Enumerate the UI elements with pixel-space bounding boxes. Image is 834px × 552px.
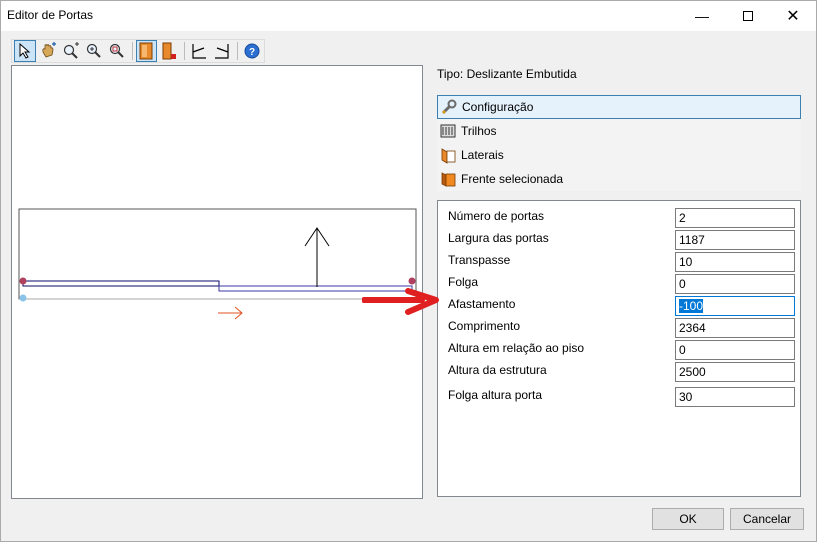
section-trilhos[interactable]: Trilhos [437,119,801,143]
door-panel-left [22,280,220,287]
door-side-icon [162,42,177,60]
minimize-button[interactable]: — [679,1,725,31]
svg-text:?: ? [249,47,255,58]
altura-piso-label: Altura em relação ao piso [448,341,585,355]
zoom-extents-icon [109,43,124,58]
afastamento-input[interactable]: -100 [675,296,795,316]
window-title: Editor de Portas [7,8,94,22]
altura-piso-input[interactable]: 0 [675,340,795,360]
close-icon: ✕ [786,8,800,25]
door-type-label: Tipo: Deslizante Embutida [437,67,577,81]
folga-input[interactable]: 0 [675,274,795,294]
minimize-icon: — [695,8,709,24]
folga-label: Folga [448,275,479,289]
afastamento-selected-value: -100 [679,299,704,313]
property-row: Largura das portas 1187 [438,228,800,250]
close-button[interactable]: ✕ [770,1,816,31]
toolbar-separator [237,42,239,60]
property-row: Folga altura porta 30 [438,385,800,407]
maximize-button[interactable] [725,1,771,31]
property-row: Transpasse 10 [438,250,800,272]
left-anchor-point [19,277,27,285]
zoom-in-button[interactable] [83,40,105,62]
zoom-extents-button[interactable] [106,40,128,62]
title-bar: Editor de Portas — ✕ [1,1,816,31]
transpasse-label: Transpasse [448,253,511,267]
help-icon: ? [244,43,260,59]
ok-button[interactable]: OK [652,508,724,530]
zoom-in-icon [86,43,101,58]
numero-portas-label: Número de portas [448,209,545,223]
zoom-window-button[interactable] [60,40,82,62]
select-arrow-icon [19,43,31,59]
largura-portas-label: Largura das portas [448,231,549,245]
section-label: Laterais [461,148,504,162]
zoom-window-icon [63,42,79,59]
door-drawing-canvas[interactable] [11,65,423,499]
numero-portas-input[interactable]: 2 [675,208,795,228]
laterais-icon [439,146,457,164]
afastamento-label: Afastamento [448,297,516,311]
profile-right-icon [215,44,229,59]
origin-point [19,294,27,302]
properties-panel: Número de portas 2 Largura das portas 11… [437,200,801,497]
toolbar-separator [131,42,133,60]
transpasse-input[interactable]: 10 [675,252,795,272]
profile-left-icon [192,44,207,59]
help-button[interactable]: ? [241,40,263,62]
door-plan-drawing [18,208,417,320]
drawing-toolbar: ? [11,39,265,63]
property-row: Folga 0 [438,272,800,294]
right-anchor-point [408,277,416,285]
comprimento-label: Comprimento [448,319,521,333]
section-label: Configuração [462,100,534,114]
property-row: Afastamento -100 [438,294,800,316]
folga-altura-porta-input[interactable]: 30 [675,387,795,407]
door-front-icon [139,42,153,60]
door-front-view-button[interactable] [135,40,158,62]
profile-left-button[interactable] [188,40,210,62]
altura-estrutura-label: Altura da estrutura [448,363,547,377]
front-icon [439,170,457,188]
profile-right-button[interactable] [211,40,233,62]
door-side-view-button[interactable] [158,40,180,62]
cancel-button[interactable]: Cancelar [730,508,804,530]
altura-estrutura-input[interactable]: 2500 [675,362,795,382]
annotation-arrow-icon [362,288,439,315]
maximize-icon [743,11,753,21]
property-row: Altura da estrutura 2500 [438,360,800,382]
pan-tool-button[interactable] [37,40,59,62]
folga-altura-porta-label: Folga altura porta [448,388,543,402]
wrench-icon [440,98,458,116]
property-row: Comprimento 2364 [438,316,800,338]
toolbar-separator [184,42,186,60]
section-laterais[interactable]: Laterais [437,143,801,167]
section-frente-selecionada[interactable]: Frente selecionada [437,167,801,191]
property-row: Número de portas 2 [438,206,800,228]
rails-icon [439,122,457,140]
property-row: Altura em relação ao piso 0 [438,338,800,360]
pan-hand-icon [42,42,56,58]
largura-portas-input[interactable]: 1187 [675,230,795,250]
section-label: Trilhos [461,124,497,138]
comprimento-input[interactable]: 2364 [675,318,795,338]
section-configuracao[interactable]: Configuração [437,95,801,119]
section-label: Frente selecionada [461,172,564,186]
door-editor-window: Editor de Portas — ✕ ? Tipo: Deslizante … [0,0,817,542]
select-tool-button[interactable] [14,40,36,62]
